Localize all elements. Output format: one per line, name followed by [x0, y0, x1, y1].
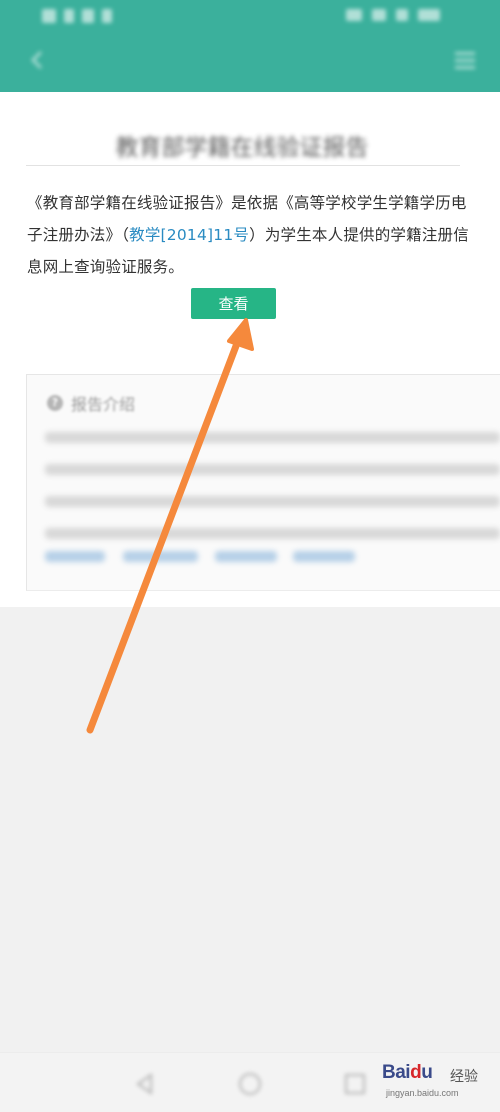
report-intro-card: ? 报告介绍: [26, 374, 500, 591]
baidu-jingyan-watermark: Baidu 经验 jingyan.baidu.com: [382, 1056, 492, 1104]
watermark-url: jingyan.baidu.com: [386, 1088, 459, 1098]
title-divider: [26, 165, 460, 166]
report-intro-title: 报告介绍: [71, 395, 136, 414]
nav-home-circle-icon[interactable]: [237, 1071, 263, 1097]
service-description: 《教育部学籍在线验证报告》是依据《高等学校学生学籍学历电子注册办法》（教学[20…: [27, 187, 477, 283]
report-intro-header: ? 报告介绍: [47, 391, 135, 415]
blurred-text-line: [45, 528, 500, 539]
app-header: [0, 0, 500, 92]
nav-back-triangle-icon[interactable]: [132, 1071, 158, 1097]
back-arrow-icon[interactable]: [26, 48, 50, 72]
page-title: 教育部学籍在线验证报告: [115, 135, 369, 161]
nav-recent-square-icon[interactable]: [342, 1071, 368, 1097]
blurred-text-line: [45, 464, 500, 475]
status-icons-left: [42, 9, 112, 23]
blurred-link-tag[interactable]: [293, 551, 355, 562]
help-icon: ?: [47, 395, 63, 411]
view-report-button[interactable]: 查看: [191, 288, 276, 319]
main-content: 教育部学籍在线验证报告 《教育部学籍在线验证报告》是依据《高等学校学生学籍学历电…: [0, 92, 500, 607]
blurred-text-line: [45, 496, 500, 507]
jingyan-label: 经验: [450, 1068, 478, 1084]
blurred-link-tag[interactable]: [45, 551, 105, 562]
status-icons-right: [346, 9, 440, 21]
blurred-text-line: [45, 432, 500, 443]
status-bar: [0, 0, 500, 36]
blurred-link-tag[interactable]: [215, 551, 277, 562]
blurred-link-tag[interactable]: [123, 551, 198, 562]
regulation-link[interactable]: 教学[2014]11号: [129, 226, 249, 244]
menu-icon[interactable]: [454, 50, 476, 70]
baidu-logo: Baidu: [382, 1062, 433, 1083]
